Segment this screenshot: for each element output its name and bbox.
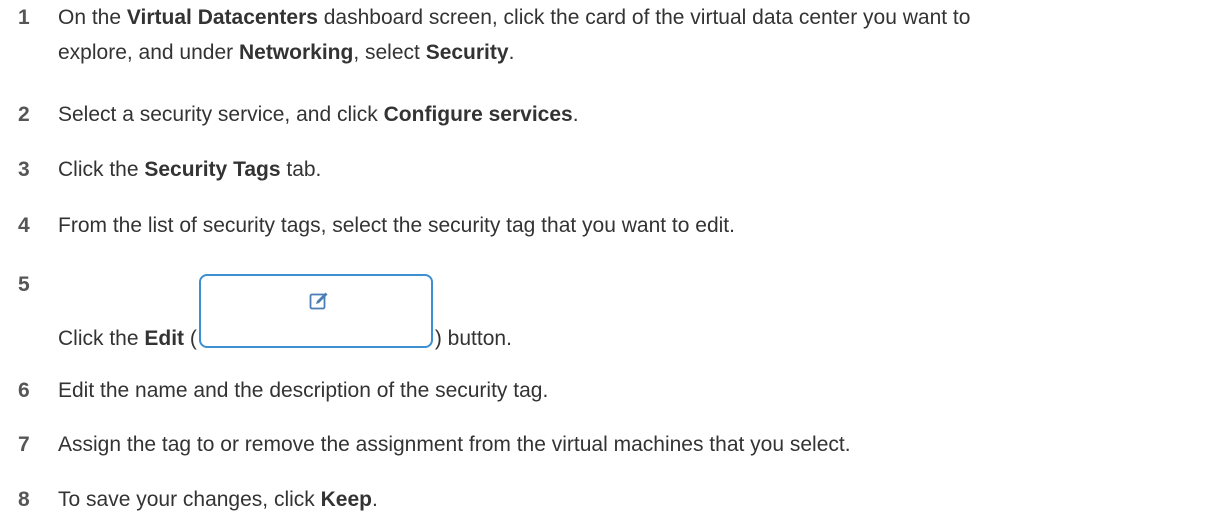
step-text: Click the Edit () button. [58, 274, 1208, 356]
edit-icon [309, 292, 328, 310]
ui-term-networking: Networking [238, 41, 354, 64]
step-number: 8 [18, 488, 30, 511]
step-text: Select a security service, and click Con… [58, 103, 579, 126]
step-number: 7 [18, 433, 30, 456]
step-text: To save your changes, click Keep. [58, 488, 378, 511]
step-text: On the Virtual Datacenters dashboard scr… [58, 6, 971, 64]
ui-term-keep: Keep [320, 488, 372, 511]
ui-term-configure-services: Configure services [383, 103, 573, 126]
ui-term-security-tags: Security Tags [144, 158, 281, 181]
ui-term-virtual-datacenters: Virtual Datacenters [126, 6, 318, 29]
ui-term-edit: Edit [144, 327, 185, 350]
step-text: Click the Security Tags tab. [58, 158, 322, 181]
step-number: 3 [18, 158, 30, 181]
step-text: Edit the name and the description of the… [58, 379, 549, 402]
step-number: 6 [18, 379, 30, 402]
edit-button-illustration [198, 274, 433, 348]
ui-term-security: Security [425, 41, 509, 64]
step-text: From the list of security tags, select t… [58, 214, 735, 237]
step-number: 1 [18, 6, 30, 29]
step-number: 5 [18, 273, 30, 296]
step-text: Assign the tag to or remove the assignme… [58, 433, 851, 456]
step-number: 4 [18, 214, 30, 237]
step-number: 2 [18, 103, 30, 126]
